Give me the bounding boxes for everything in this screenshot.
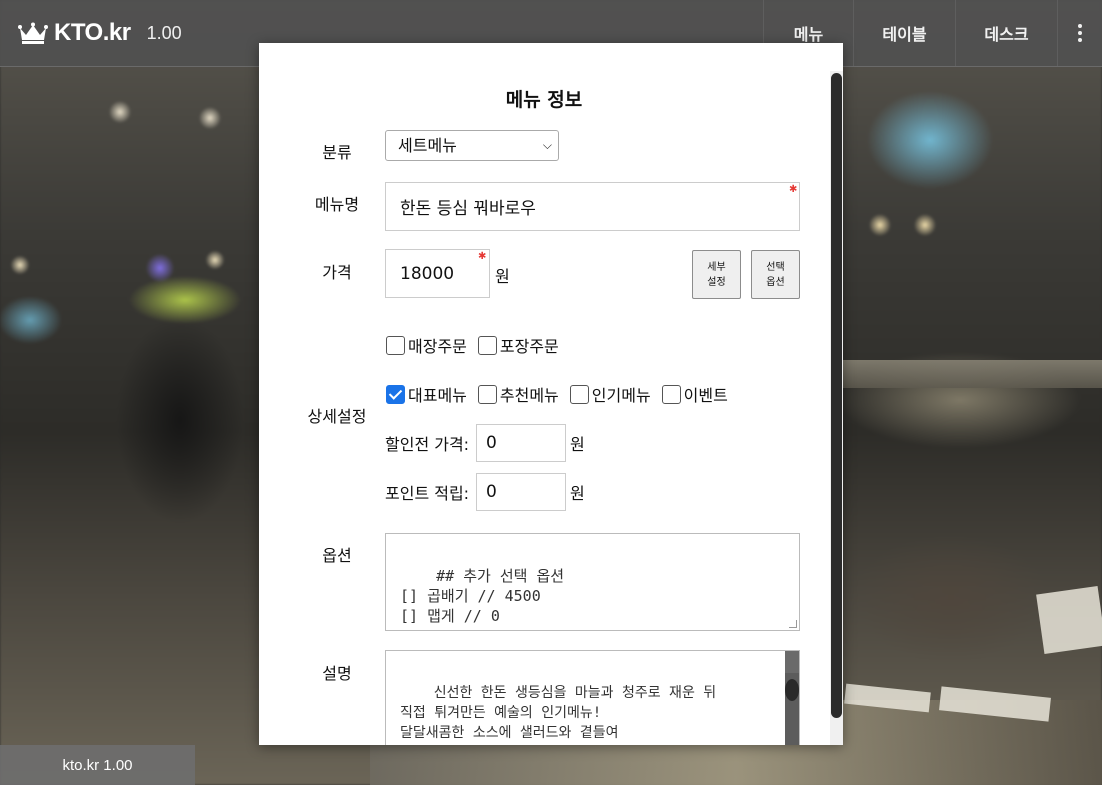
nav-table[interactable]: 테이블 xyxy=(853,0,955,66)
background-counter xyxy=(840,360,1102,388)
checkbox-box[interactable] xyxy=(477,384,497,404)
menu-name-value: 한돈 등심 꿔바로우 xyxy=(400,199,536,219)
original-price-label: 할인전 가격: xyxy=(385,435,470,454)
checkbox-box[interactable] xyxy=(661,384,681,404)
menu-name-input[interactable]: 한돈 등심 꿔바로우 xyxy=(385,182,800,231)
price-value: 18000 xyxy=(400,263,455,284)
detail-settings-line2: 설정 xyxy=(707,276,726,288)
background-paper xyxy=(1036,585,1102,655)
description-text: 신선한 한돈 생등심을 마늘과 청주로 재운 뒤 직접 튀겨만든 예술의 인기메… xyxy=(400,685,717,741)
category-select[interactable]: 세트메뉴 ⌵ xyxy=(385,130,559,161)
original-price-input[interactable]: 0 xyxy=(476,424,566,462)
checkbox-box-checked[interactable] xyxy=(386,384,405,404)
checkbox-signature-menu[interactable]: 대표메뉴 xyxy=(386,382,467,406)
more-button[interactable] xyxy=(1057,0,1102,66)
checkbox-event[interactable]: 이벤트 xyxy=(661,382,728,406)
points-unit: 원 xyxy=(570,484,585,503)
detail-settings-line1: 세부 xyxy=(707,261,726,273)
kebab-menu-icon xyxy=(1078,24,1082,42)
brand-name: KTO.kr xyxy=(54,19,131,46)
checkbox-label: 이벤트 xyxy=(683,386,728,405)
footer-version: kto.kr 1.00 xyxy=(0,745,195,785)
price-input[interactable]: 18000 xyxy=(385,249,490,298)
options-text: ## 추가 선택 옵션 [] 곱배기 // 4500 [] 맵게 // 0 xyxy=(400,567,565,625)
original-price-value: 0 xyxy=(486,433,497,453)
crown-icon xyxy=(18,22,48,44)
description-scrollbar[interactable] xyxy=(785,651,799,745)
price-label: 가격 xyxy=(322,263,352,282)
category-selected: 세트메뉴 xyxy=(398,136,457,155)
points-value: 0 xyxy=(486,482,497,502)
points-input[interactable]: 0 xyxy=(476,473,566,511)
required-mark: ✱ xyxy=(789,184,798,195)
checkbox-dine-in[interactable]: 매장주문 xyxy=(386,333,467,357)
select-options-button[interactable]: 선택옵션 xyxy=(751,250,800,299)
select-options-line2: 옵션 xyxy=(766,276,785,288)
checkbox-label: 인기메뉴 xyxy=(591,386,651,405)
checkbox-takeout[interactable]: 포장주문 xyxy=(477,333,559,357)
nav-desk[interactable]: 데스크 xyxy=(955,0,1057,66)
menu-flag-checkboxes: 대표메뉴 추천메뉴 인기메뉴 이벤트 xyxy=(386,382,739,406)
category-label: 분류 xyxy=(322,143,352,162)
checkbox-label: 추천메뉴 xyxy=(499,386,559,405)
detail-settings-label: 상세설정 xyxy=(307,407,367,426)
scroll-up-icon[interactable] xyxy=(785,651,799,673)
menu-name-label: 메뉴명 xyxy=(314,195,360,214)
checkbox-label: 포장주문 xyxy=(499,337,559,356)
original-price-unit: 원 xyxy=(570,435,585,454)
menu-info-dialog: 메뉴 정보 분류 세트메뉴 ⌵ 메뉴명 한돈 등심 꿔바로우 ✱ 가격 1800… xyxy=(259,43,843,745)
checkbox-box[interactable] xyxy=(569,384,589,404)
checkbox-box[interactable] xyxy=(477,335,497,355)
description-textarea[interactable]: 신선한 한돈 생등심을 마늘과 청주로 재운 뒤 직접 튀겨만든 예술의 인기메… xyxy=(385,650,800,745)
resize-grip-icon[interactable] xyxy=(789,620,797,628)
detail-settings-button[interactable]: 세부설정 xyxy=(692,250,741,299)
brand[interactable]: KTO.kr 1.00 xyxy=(0,0,182,66)
dialog-title: 메뉴 정보 xyxy=(505,89,583,111)
checkbox-box[interactable] xyxy=(386,335,405,355)
description-scrollbar-thumb[interactable] xyxy=(785,679,799,701)
order-type-checkboxes: 매장주문 포장주문 xyxy=(386,333,570,357)
dialog-scrollbar-thumb[interactable] xyxy=(831,73,842,718)
chevron-down-icon: ⌵ xyxy=(542,138,552,152)
description-label: 설명 xyxy=(322,664,352,683)
checkbox-popular-menu[interactable]: 인기메뉴 xyxy=(569,382,651,406)
points-label: 포인트 적립: xyxy=(385,484,470,503)
app-version: 1.00 xyxy=(146,22,182,43)
options-label: 옵션 xyxy=(322,546,352,565)
required-mark: ✱ xyxy=(478,251,487,262)
checkbox-label: 매장주문 xyxy=(408,337,467,356)
checkbox-label: 대표메뉴 xyxy=(408,386,467,405)
select-options-line1: 선택 xyxy=(766,261,785,273)
options-textarea[interactable]: ## 추가 선택 옵션 [] 곱배기 // 4500 [] 맵게 // 0 xyxy=(385,533,800,631)
price-unit: 원 xyxy=(495,267,510,286)
checkbox-recommended-menu[interactable]: 추천메뉴 xyxy=(477,382,559,406)
